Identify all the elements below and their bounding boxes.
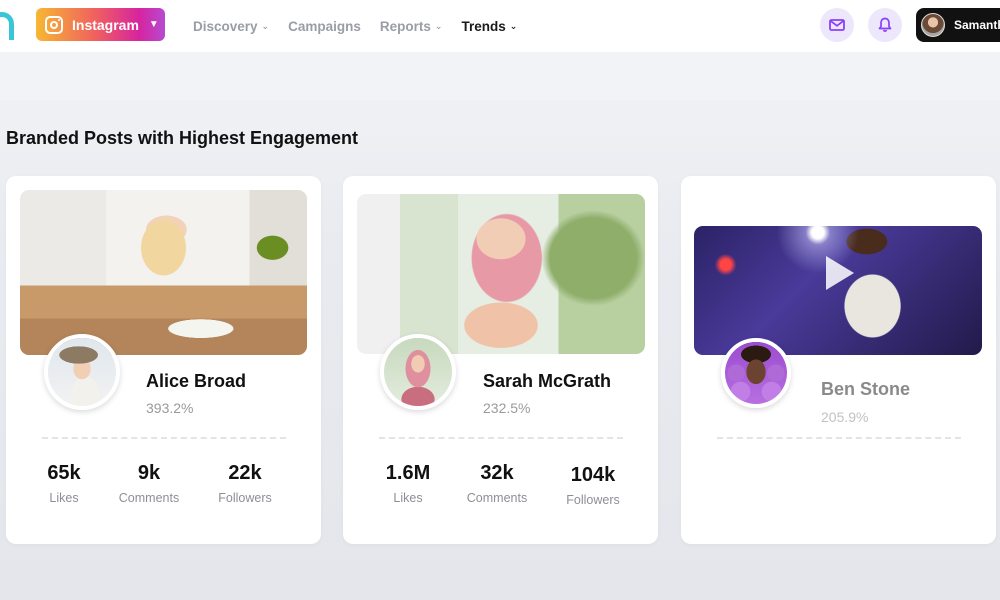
avatar-photo — [384, 338, 452, 406]
influencer-name[interactable]: Sarah McGrath — [483, 371, 611, 392]
stat-followers: 22k Followers — [206, 462, 284, 505]
nav-item-label: Discovery — [193, 18, 258, 34]
post-photo — [357, 194, 645, 354]
subheader-band — [0, 52, 1000, 100]
divider — [379, 437, 623, 439]
platform-label: Instagram — [72, 16, 139, 33]
influencer-name[interactable]: Ben Stone — [821, 379, 910, 400]
post-photo — [20, 190, 307, 355]
chevron-down-icon: ⌄ — [509, 20, 518, 31]
post-card[interactable]: Ben Stone 205.9% — [681, 176, 996, 544]
stat-value: 32k — [480, 462, 514, 484]
mail-icon — [829, 19, 845, 31]
stat-value: 65k — [47, 462, 81, 484]
stat-value: 22k — [228, 462, 262, 484]
nav-item-label: Reports — [379, 18, 431, 34]
chevron-down-icon: ▼ — [148, 19, 159, 30]
stat-label: Comments — [466, 491, 528, 505]
nav-item-label: Trends — [461, 18, 506, 34]
nav-item-reports[interactable]: Reports ⌄ — [380, 19, 443, 34]
post-card[interactable]: Alice Broad 393.2% 65k Likes 9k Comments… — [6, 176, 321, 544]
avatar[interactable] — [380, 334, 456, 410]
stat-label: Likes — [393, 491, 423, 505]
post-image[interactable] — [357, 194, 645, 354]
avatar[interactable] — [44, 334, 120, 410]
platform-selector[interactable]: Instagram ▼ — [36, 8, 165, 41]
stat-value: 1.6M — [385, 462, 431, 484]
avatar — [921, 13, 945, 37]
stat-comments: 32k Comments — [457, 462, 537, 505]
chevron-down-icon: ⌄ — [434, 20, 443, 31]
stat-value: 9k — [137, 462, 161, 484]
nav-item-label: Campaigns — [288, 18, 361, 34]
avatar[interactable] — [721, 338, 791, 408]
bell-icon — [878, 17, 892, 32]
engagement-rate: 232.5% — [483, 400, 531, 416]
chevron-down-icon: ⌄ — [261, 20, 270, 31]
nav-item-campaigns[interactable]: Campaigns — [288, 19, 361, 34]
post-photo — [694, 226, 982, 355]
stat-followers: 104k Followers — [555, 464, 631, 507]
top-navigation-bar: Instagram ▼ Discovery ⌄ Campaigns Report… — [0, 0, 1000, 52]
post-image[interactable] — [20, 190, 307, 355]
engagement-rate: 393.2% — [146, 400, 194, 416]
notifications-button[interactable] — [868, 8, 902, 42]
divider — [42, 437, 286, 439]
brand-logo[interactable] — [0, 12, 14, 40]
influencer-name[interactable]: Alice Broad — [146, 371, 246, 392]
stat-label: Comments — [118, 491, 180, 505]
engagement-rate: 205.9% — [821, 409, 869, 425]
stat-label: Followers — [566, 493, 620, 507]
nav-item-discovery[interactable]: Discovery ⌄ — [193, 19, 269, 34]
stat-comments: 9k Comments — [109, 462, 189, 505]
instagram-icon — [45, 15, 63, 34]
play-icon[interactable] — [826, 256, 854, 290]
stat-value: 104k — [570, 464, 616, 486]
post-video[interactable] — [694, 226, 982, 355]
post-card[interactable]: Sarah McGrath 232.5% 1.6M Likes 32k Comm… — [343, 176, 658, 544]
nav-item-trends[interactable]: Trends ⌄ — [461, 19, 517, 34]
stat-likes: 65k Likes — [34, 462, 94, 505]
avatar-photo — [48, 338, 116, 406]
messages-button[interactable] — [820, 8, 854, 42]
main-nav: Discovery ⌄ Campaigns Reports ⌄ Trends ⌄ — [193, 0, 536, 52]
stat-label: Likes — [49, 491, 79, 505]
user-name: Samanth — [954, 18, 1000, 32]
stat-label: Followers — [218, 491, 272, 505]
divider — [717, 437, 961, 439]
user-menu[interactable]: Samanth — [916, 8, 1000, 42]
avatar-photo — [725, 342, 787, 404]
stat-likes: 1.6M Likes — [373, 462, 443, 505]
section-title: Branded Posts with Highest Engagement — [6, 128, 359, 148]
